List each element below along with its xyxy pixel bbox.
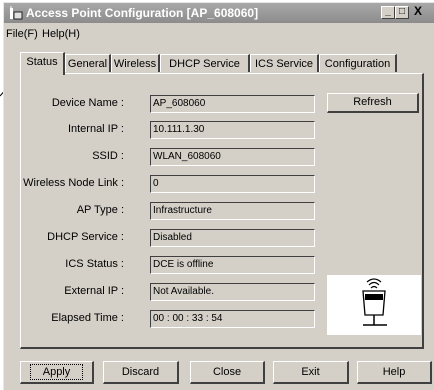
elapsed-time-field[interactable]: 00 : 00 : 33 : 54 (150, 310, 315, 328)
dhcp-service-field[interactable]: Disabled (150, 229, 315, 247)
refresh-button[interactable]: Refresh (327, 93, 419, 113)
maximize-button[interactable]: □ (395, 6, 409, 19)
access-point-icon (362, 278, 387, 326)
tab-status[interactable]: Status (20, 52, 65, 75)
minimize-button[interactable]: _ (381, 6, 395, 19)
menu-help[interactable]: Help(H) (42, 25, 80, 43)
tab-configuration[interactable]: Configuration (319, 54, 397, 72)
window-title: Access Point Configuration [AP_608060] (26, 6, 259, 20)
tab-dhcp-service[interactable]: DHCP Service (160, 54, 250, 72)
help-button[interactable]: Help (357, 361, 432, 384)
device-name-field[interactable]: AP_608060 (150, 95, 315, 113)
ics-status-field[interactable]: DCE is offline (150, 256, 315, 274)
title-bar[interactable]: Access Point Configuration [AP_608060] _… (4, 3, 434, 23)
access-point-image (327, 275, 421, 335)
close-button[interactable]: Close (190, 361, 265, 384)
status-panel: Device Name : AP_608060 Internal IP : 10… (20, 73, 424, 349)
tab-ics-service[interactable]: ICS Service (250, 54, 319, 72)
wireless-node-link-label: Wireless Node Link : (23, 177, 124, 189)
app-icon (10, 6, 23, 20)
external-ip-label: External IP : (64, 285, 124, 297)
internal-ip-field[interactable]: 10.111.1.30 (150, 121, 315, 139)
external-ip-field[interactable]: Not Available. (150, 283, 315, 301)
ap-type-field[interactable]: Infrastructure (150, 202, 315, 220)
ics-status-label: ICS Status : (65, 258, 124, 270)
ap-type-label: AP Type : (76, 204, 124, 216)
device-name-label: Device Name : (51, 97, 124, 109)
internal-ip-label: Internal IP : (67, 123, 124, 135)
tab-general[interactable]: General (65, 54, 111, 72)
apply-button-label: Apply (29, 364, 84, 380)
ssid-label: SSID : (92, 150, 124, 162)
wireless-node-link-field[interactable]: 0 (150, 175, 315, 193)
tab-wireless[interactable]: Wireless (111, 54, 160, 72)
close-window-button[interactable]: X (411, 5, 425, 19)
ssid-field[interactable]: WLAN_608060 (150, 148, 315, 166)
apply-button[interactable]: Apply (20, 361, 94, 384)
app-window: Access Point Configuration [AP_608060] _… (3, 2, 434, 390)
exit-button[interactable]: Exit (273, 361, 349, 384)
elapsed-time-label: Elapsed Time : (51, 312, 124, 324)
menu-file[interactable]: File(F) (6, 25, 38, 43)
discard-button[interactable]: Discard (103, 361, 179, 384)
dhcp-service-label: DHCP Service : (47, 231, 124, 243)
